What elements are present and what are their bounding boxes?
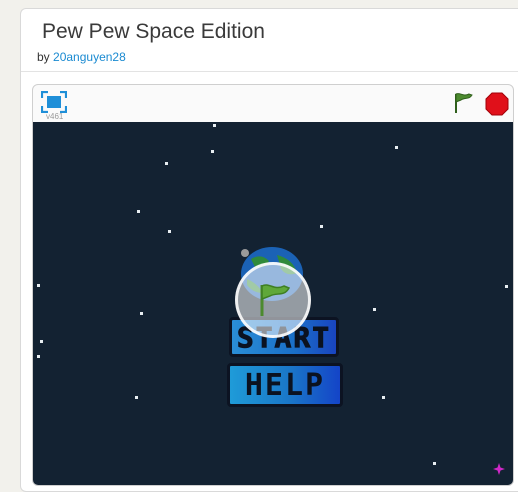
star [320,225,323,228]
star [373,308,376,311]
star [211,150,214,153]
author-link[interactable]: 20anguyen28 [53,50,126,64]
fullscreen-icon[interactable] [41,91,67,113]
help-button[interactable]: HELP [227,363,343,407]
game-stage[interactable]: START HELP [33,122,513,485]
star [213,124,216,127]
green-flag-icon [260,284,291,316]
star [37,355,40,358]
star [135,396,138,399]
star [40,340,43,343]
star [37,284,40,287]
byline: by 20anguyen28 [37,50,126,64]
star [382,396,385,399]
star [140,312,143,315]
divider [21,71,518,72]
star [168,230,171,233]
green-flag-icon[interactable] [451,91,475,115]
player-toolbar: v461 [33,85,513,122]
project-title: Pew Pew Space Edition [42,20,265,43]
play-overlay-button[interactable] [235,262,311,338]
star [433,462,436,465]
star [165,162,168,165]
byline-prefix: by [37,50,50,64]
star [505,285,508,288]
star [395,146,398,149]
pink-sprite-icon [493,463,505,475]
star [137,210,140,213]
version-label: v461 [46,112,64,121]
stop-sign-icon[interactable] [485,92,509,116]
project-player: v461 START HELP [32,84,514,486]
